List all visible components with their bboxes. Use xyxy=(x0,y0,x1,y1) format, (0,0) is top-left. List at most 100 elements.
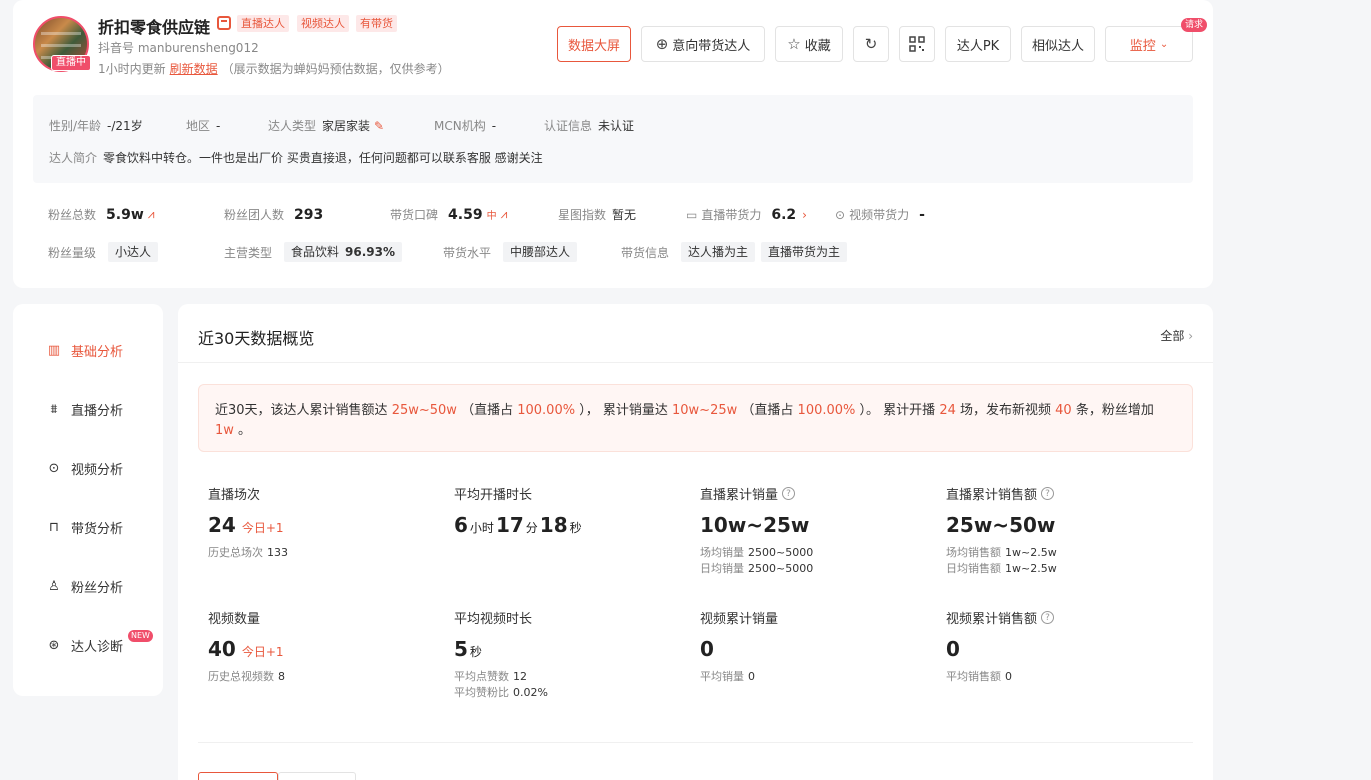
pk-label: 达人PK xyxy=(956,38,1000,54)
main-cat-chip: 食品饮料 96.93% xyxy=(284,242,403,262)
data-screen-button[interactable]: 数据大屏 xyxy=(557,26,631,62)
summary-live-count: 24 xyxy=(939,403,956,418)
summary-text: 场，发布新视频 xyxy=(960,403,1052,418)
metric-avg-video-duration: 平均视频时长 5秒 平均点赞数 12 平均赞粉比 0.02% xyxy=(454,608,694,701)
metric-title: 平均视频时长 xyxy=(454,612,533,627)
influencer-header-card: 直播中 折扣零食供应链 直播达人 视频达人 有带货 抖音号 manburensh… xyxy=(13,0,1213,288)
metric-sub-label: 场均销量 xyxy=(700,546,744,559)
favorite-button[interactable]: ☆ 收藏 xyxy=(775,26,843,62)
star-icon: ☆ xyxy=(787,35,801,53)
type-label: 达人类型 xyxy=(268,119,317,133)
tab-active[interactable] xyxy=(198,772,278,780)
unit: 小时 xyxy=(469,521,494,535)
data-screen-label: 数据大屏 xyxy=(567,38,620,54)
tag-video-influencer: 视频达人 xyxy=(297,15,349,32)
nav-sales-analysis[interactable]: ⊓ 带货分析 xyxy=(47,518,123,537)
overview-card: 近30天数据概览 全部 › 近30天，该达人累计销售额达 25w~50w （直播… xyxy=(178,304,1213,780)
refresh-data-link[interactable]: 刷新数据 xyxy=(170,62,218,76)
duration-minutes: 17 xyxy=(495,513,524,537)
trend-chart-icon[interactable]: ⩘ xyxy=(501,207,508,222)
tab[interactable] xyxy=(278,772,356,780)
video-sales-power: ⊙ 视频带货力 - xyxy=(835,206,925,223)
intent-label: 意向带货达人 xyxy=(672,38,751,54)
nav-label: 粉丝分析 xyxy=(71,581,124,596)
live-power-value: 6.2 xyxy=(771,206,797,223)
live-icon: ⩩ xyxy=(50,402,58,417)
view-all-link[interactable]: 全部 › xyxy=(1160,327,1193,344)
level-chip: 中腰部达人 xyxy=(503,242,578,262)
metric-sub-label: 日均销售额 xyxy=(946,562,1001,575)
pulse-icon: ⊛ xyxy=(48,638,60,653)
metric-video-count: 视频数量 40 今日+1 历史总视频数 8 xyxy=(208,608,448,685)
sales-level: 带货水平 中腰部达人 xyxy=(443,242,578,262)
nav-fans-analysis[interactable]: ♙ 粉丝分析 xyxy=(47,577,123,596)
metric-live-sessions: 直播场次 24 今日+1 历史总场次 133 xyxy=(208,484,448,561)
nav-label: 视频分析 xyxy=(71,463,124,478)
intent-influencer-button[interactable]: ⊕ 意向带货达人 xyxy=(641,26,765,62)
summary-volume-pct: 100.00% xyxy=(797,403,856,418)
metric-title: 视频数量 xyxy=(208,612,261,627)
metric-video-sales: 视频累计销售额? 0 平均销售额 0 xyxy=(946,608,1186,685)
metric-sub-value: 2500~5000 xyxy=(748,562,814,575)
metric-title: 直播场次 xyxy=(208,488,261,503)
summary-text: ）， 累计销量达 xyxy=(579,403,668,418)
bar-chart-icon: ▥ xyxy=(47,343,61,358)
chevron-down-icon: ⌄ xyxy=(1159,38,1169,50)
metric-sub-label: 场均销售额 xyxy=(946,546,1001,559)
live-sales-power[interactable]: ▭ 直播带货力 6.2 › xyxy=(686,206,813,223)
summary-sales: 25w~50w xyxy=(391,403,457,418)
type-value: 家居家装 xyxy=(322,119,371,133)
nav-basic-analysis[interactable]: ▥ 基础分析 xyxy=(47,341,123,360)
similar-button[interactable]: 相似达人 xyxy=(1021,26,1095,62)
metric-today: 今日+1 xyxy=(241,521,284,535)
metric-avg-live-duration: 平均开播时长 6 小时 17 分 18 秒 xyxy=(454,484,694,537)
play-icon: ⊙ xyxy=(48,461,60,476)
refresh-icon: ↻ xyxy=(864,35,878,53)
reputation-level: 中 xyxy=(486,211,497,222)
metric-sub-label: 平均销售额 xyxy=(946,670,1001,683)
nav-diagnosis[interactable]: ⊛ 达人诊断 xyxy=(47,636,123,655)
refresh-button[interactable]: ↻ xyxy=(853,26,889,62)
help-icon[interactable]: ? xyxy=(1041,487,1055,500)
divider xyxy=(178,362,1213,363)
summary-fans-add: 1w xyxy=(215,423,234,438)
help-icon[interactable]: ? xyxy=(1041,611,1055,624)
nav-live-analysis[interactable]: ⩩ 直播分析 xyxy=(47,400,124,419)
fans-total: 粉丝总数 5.9w ⩘ xyxy=(48,206,155,223)
metric-sub-label: 平均点赞数 xyxy=(454,670,509,683)
fan-level: 粉丝量级 小达人 xyxy=(48,242,159,262)
influencer-name: 折扣零食供应链 xyxy=(98,18,211,37)
region: 地区 - xyxy=(186,117,220,134)
metric-title: 视频累计销售额 xyxy=(946,612,1038,627)
fan-group: 粉丝团人数 293 xyxy=(224,206,323,223)
nav-label: 达人诊断 xyxy=(71,640,124,655)
bio-value: 零食饮料中转仓。一件也是出厂价 买贵直接退，任何问题都可以联系客服 感谢关注 xyxy=(103,151,543,165)
mcn: MCN机构 - xyxy=(434,117,496,134)
live-status-badge: 直播中 xyxy=(51,55,91,71)
metric-sub-value: 0 xyxy=(1005,670,1012,683)
monitor-button[interactable]: 监控 ⌄ xyxy=(1105,26,1193,62)
nav-video-analysis[interactable]: ⊙ 视频分析 xyxy=(47,459,123,478)
chevron-right-icon: › xyxy=(802,207,807,222)
fan-group-value: 293 xyxy=(294,206,324,223)
fans-value: 5.9w xyxy=(106,206,144,223)
unit: 秒 xyxy=(469,645,482,659)
analysis-nav: ▥ 基础分析 ⩩ 直播分析 ⊙ 视频分析 ⊓ 带货分析 ♙ 粉丝分析 ⊛ 达人诊… xyxy=(13,304,163,696)
nav-label: 直播分析 xyxy=(71,404,124,419)
shop-icon xyxy=(217,16,231,30)
metric-value: 0 xyxy=(946,637,960,661)
trend-chart-icon[interactable]: ⩘ xyxy=(148,207,155,222)
douyin-id: 抖音号 manburensheng012 xyxy=(98,41,259,55)
metric-sub-label: 平均赞粉比 xyxy=(454,686,509,699)
help-icon[interactable]: ? xyxy=(782,487,796,500)
star-index: 星图指数 暂无 xyxy=(558,206,636,223)
sales-info: 带货信息 达人播为主 直播带货为主 xyxy=(621,242,848,262)
summary-text: 。 xyxy=(238,423,252,438)
influencer-type: 达人类型 家居家装 ✎ xyxy=(268,117,384,134)
nav-label: 带货分析 xyxy=(71,522,124,537)
update-time: 1小时内更新 xyxy=(98,62,166,76)
qrcode-button[interactable] xyxy=(899,26,935,62)
monitor-label: 监控 xyxy=(1129,38,1156,54)
edit-icon[interactable]: ✎ xyxy=(374,119,384,133)
pk-button[interactable]: 达人PK xyxy=(945,26,1011,62)
